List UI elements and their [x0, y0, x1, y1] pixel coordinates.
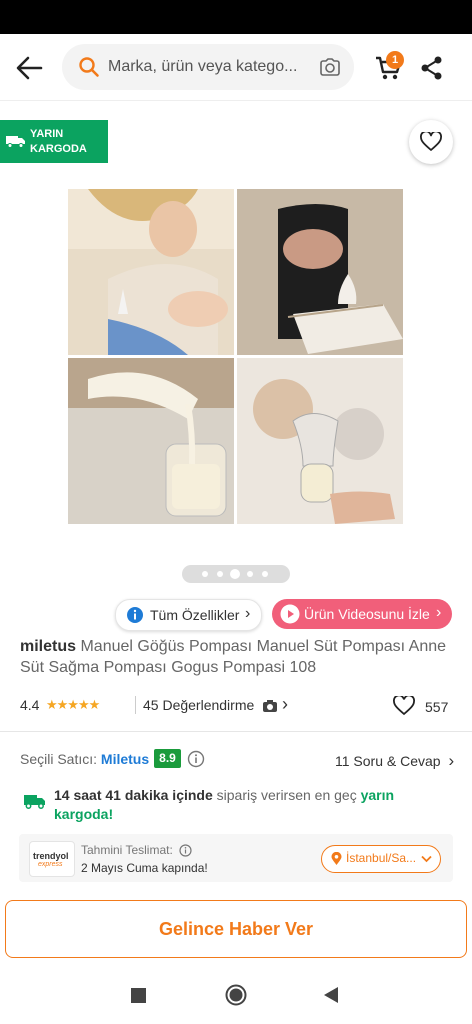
home-icon[interactable]	[225, 984, 247, 1006]
back-arrow-icon[interactable]	[14, 54, 44, 82]
seller-label: Seçili Satıcı:	[20, 751, 98, 767]
badge-line1: YARIN	[30, 128, 64, 140]
divider	[0, 731, 472, 732]
truck-icon	[6, 136, 25, 148]
shipping-time: 14 saat 41 dakika içinde	[54, 787, 213, 803]
product-collage-image	[68, 189, 403, 524]
camera-icon	[263, 700, 277, 712]
separator	[135, 696, 136, 714]
product-title: miletus Manuel Göğüs Pompası Manuel Süt …	[20, 636, 460, 678]
heart-icon[interactable]	[393, 696, 415, 716]
location-label: İstanbul/Sa...	[346, 851, 416, 865]
notify-when-in-stock-button[interactable]: Gelince Haber Ver	[5, 900, 467, 958]
delivery-date: 2 Mayıs Cuma kapında!	[81, 861, 208, 875]
all-specs-button[interactable]: Tüm Özellikler ›	[115, 599, 262, 631]
seller-info: Seçili Satıcı: Miletus	[20, 751, 149, 767]
search-icon	[79, 57, 99, 77]
info-icon	[127, 607, 143, 623]
status-bar	[0, 0, 472, 34]
recent-apps-icon[interactable]	[131, 988, 146, 1003]
brand-name[interactable]: miletus	[20, 638, 76, 655]
pagination-dot[interactable]	[262, 571, 268, 577]
logo-subtext: express	[38, 861, 63, 868]
product-name: Manuel Göğüs Pompası Manuel Süt Pompası …	[20, 638, 447, 676]
product-video-button[interactable]: Ürün Videosunu İzle ›	[272, 599, 452, 629]
location-selector[interactable]: İstanbul/Sa...	[321, 845, 441, 873]
chevron-right-icon: ›	[245, 605, 251, 622]
shipping-middle-text: sipariş verirsen en geç	[216, 787, 357, 803]
seller-name[interactable]: Miletus	[101, 751, 149, 767]
tomorrow-shipping-badge: YARIN KARGODA	[0, 120, 108, 163]
rating-row[interactable]: 4.4 ★★★★★ 45 Değerlendirme › 557	[20, 694, 460, 716]
trendyol-express-logo: trendyol express	[29, 841, 75, 877]
pagination-dot[interactable]	[202, 571, 208, 577]
favorite-button[interactable]	[409, 120, 453, 164]
questions-answers-link[interactable]: 11 Soru & Cevap ›	[335, 751, 454, 771]
delivery-truck-icon	[24, 795, 45, 809]
info-icon[interactable]	[179, 844, 192, 857]
chevron-down-icon	[421, 855, 432, 863]
share-icon[interactable]	[420, 54, 444, 82]
pagination-dot-active[interactable]	[230, 569, 240, 579]
product-video-label: Ürün Videosunu İzle	[304, 606, 430, 622]
play-icon	[280, 604, 300, 624]
location-pin-icon	[331, 852, 342, 865]
info-icon[interactable]	[187, 750, 205, 768]
favorite-count: 557	[425, 699, 449, 715]
heart-icon	[420, 132, 442, 151]
all-specs-label: Tüm Özellikler	[150, 607, 240, 623]
cart-count-badge: 1	[386, 51, 404, 69]
qa-label: 11 Soru & Cevap	[335, 753, 441, 769]
top-bar: Marka, ürün veya katego... 1	[0, 34, 472, 101]
shipping-message: 14 saat 41 dakika içinde sipariş verirse…	[54, 786, 414, 824]
gallery-pagination[interactable]	[182, 565, 290, 583]
rating-value: 4.4	[20, 697, 40, 713]
estimated-delivery-box: trendyol express Tahmini Teslimat: 2 May…	[19, 834, 453, 882]
chevron-right-icon: ›	[448, 751, 455, 770]
chevron-right-icon: ›	[436, 604, 442, 621]
delivery-label: Tahmini Teslimat:	[81, 843, 173, 857]
pagination-dot[interactable]	[247, 571, 253, 577]
logo-text: trendyol	[33, 851, 69, 861]
navigation-bar	[0, 968, 472, 1024]
chevron-right-icon: ›	[282, 694, 288, 714]
camera-search-icon[interactable]	[318, 55, 342, 79]
badge-line2: KARGODA	[30, 143, 87, 155]
back-triangle-icon[interactable]	[324, 987, 339, 1003]
rating-stars: ★★★★★	[46, 697, 100, 712]
search-placeholder[interactable]: Marka, ürün veya katego...	[108, 58, 314, 76]
review-count[interactable]: 45 Değerlendirme	[143, 697, 254, 713]
product-image-gallery[interactable]	[68, 189, 403, 524]
pagination-dot[interactable]	[217, 571, 223, 577]
seller-score-badge: 8.9	[154, 749, 181, 768]
search-bar[interactable]: Marka, ürün veya katego...	[62, 44, 354, 90]
